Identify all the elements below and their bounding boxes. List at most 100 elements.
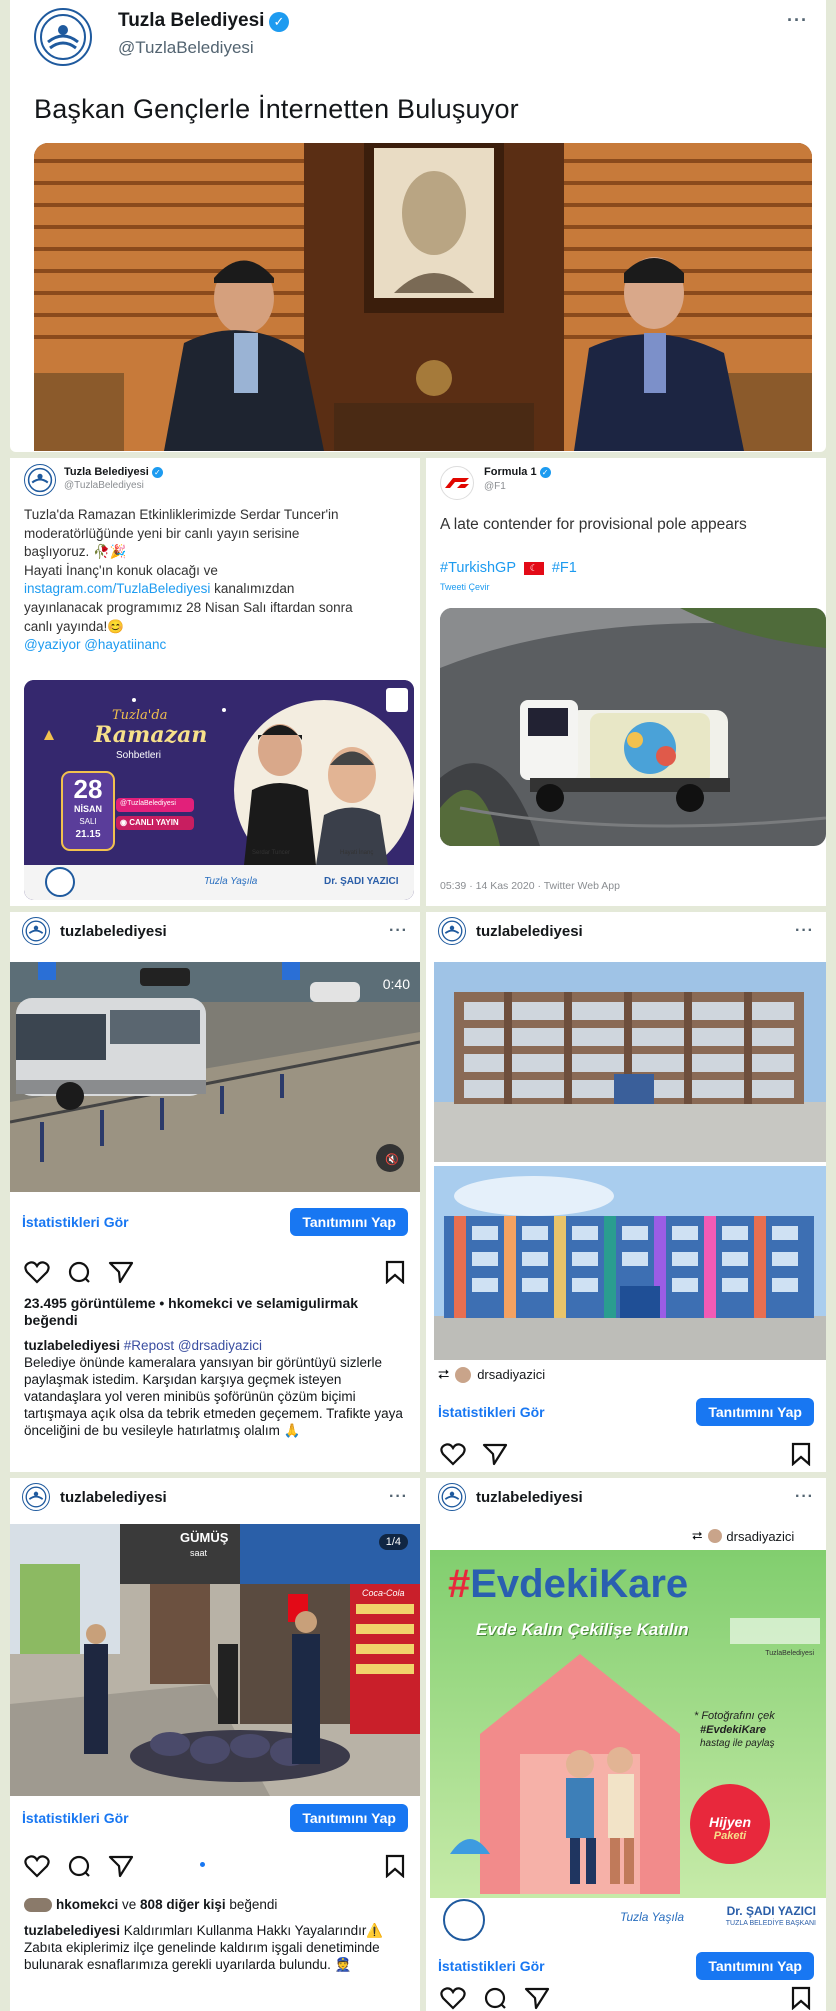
post-caption: tuzlabelediyesi Kaldırımları Kullanma Ha… [10,1922,420,1973]
account-handle[interactable]: @F1 [484,481,506,492]
street-sweeper-photo[interactable] [440,608,826,846]
bookmark-icon[interactable] [384,1854,406,1878]
mentions-link[interactable]: @yaziyor @hayatiinanc [24,636,414,655]
sidewalk-inspection-photo[interactable]: 1/4 GÜMÜŞ saat Coca-Cola [10,1524,420,1796]
comment-icon[interactable] [482,1986,508,2010]
more-options-icon[interactable]: ··· [389,1488,408,1506]
repost-icon: ⮂ [438,1366,450,1382]
svg-text:🔇: 🔇 [385,1153,399,1166]
poster-badge1: Hijyen [708,1814,751,1830]
likes-text: ve [118,1897,141,1912]
office-meeting-photo[interactable] [34,143,812,451]
ig-post-bus: tuzlabelediyesi ··· 🔇 0:40 İstatistikler… [10,912,420,1472]
tweet-line: canlı yayında!😊 [24,618,125,634]
translate-link[interactable]: Tweeti Çevir [440,582,490,592]
repost-avatar[interactable] [708,1529,723,1543]
heart-icon[interactable] [24,1854,50,1878]
share-icon[interactable] [108,1260,134,1284]
view-insights-link[interactable]: İstatistikleri Gör [22,1214,129,1230]
tweet-f1-card: Formula 1 ✓ @F1 A late contender for pro… [426,458,826,906]
school-after-photo[interactable] [434,1166,826,1360]
more-options-icon[interactable]: ··· [795,922,814,940]
likes-count[interactable]: 808 diğer kişi [140,1897,226,1912]
tweet-text: A late contender for provisional pole ap… [440,516,747,533]
poster-weekday: SALI [79,817,97,826]
comment-icon[interactable] [66,1260,92,1284]
account-handle[interactable]: @TuzlaBelediyesi [118,38,254,58]
bookmark-icon[interactable] [790,1442,812,1466]
hashtag-link[interactable]: #TurkishGP [440,560,516,576]
caption-text: Kaldırımları Kullanma Hakkı Yayalarındır… [120,1923,384,1938]
tuzla-logo-avatar[interactable] [22,917,50,945]
heart-icon[interactable] [440,1442,466,1466]
promote-button[interactable]: Tanıtımını Yap [290,1208,408,1236]
poster-info3: hastag ile paylaş [700,1738,775,1749]
tweet-line: başlıyoruz. 🥀🎉 [24,544,127,560]
bookmark-icon[interactable] [384,1260,406,1284]
more-options-icon[interactable]: ··· [389,922,408,940]
tuzla-logo-avatar[interactable] [438,1483,466,1511]
more-options-icon[interactable]: ··· [795,1488,814,1506]
comment-icon[interactable] [66,1854,92,1878]
poster-hash: # [448,1562,471,1606]
caption-tags[interactable]: #Repost @drsadiyazici [120,1338,262,1353]
view-insights-link[interactable]: İstatistikleri Gör [438,1404,545,1420]
tuzla-logo-avatar[interactable] [438,917,466,945]
share-icon[interactable] [524,1986,550,2010]
account-handle[interactable]: @TuzlaBelediyesi [64,480,144,491]
account-name[interactable]: Tuzla Belediyesi [64,466,149,478]
ig-username[interactable]: tuzlabelediyesi [476,923,583,940]
tuzla-logo-avatar[interactable] [24,464,56,496]
views-count[interactable]: 23.495 görüntüleme [24,1295,156,1311]
repost-avatar[interactable] [455,1366,472,1383]
ig-username[interactable]: tuzlabelediyesi [60,923,167,940]
poster-ig-handle: @TuzlaBelediyesi [120,800,176,807]
poster-title-a: Evdeki [470,1562,600,1606]
caption-username[interactable]: tuzlabelediyesi [24,1338,120,1353]
school-before-photo[interactable] [434,962,826,1162]
poster-info1: * Fotoğrafını çek [694,1710,775,1722]
ig-username[interactable]: tuzlabelediyesi [476,1489,583,1506]
bookmark-icon[interactable] [790,1986,812,2010]
repost-username[interactable]: drsadiyazici [726,1529,794,1544]
poster-title-b: Kare [599,1562,689,1606]
heart-icon[interactable] [24,1260,50,1284]
ig-post-sidewalk: tuzlabelediyesi ··· 1/4 GÜMÜŞ saat Coca-… [10,1478,420,2011]
share-icon[interactable] [482,1442,508,1466]
view-insights-link[interactable]: İstatistikleri Gör [438,1958,545,1974]
poster-month: NİSAN [73,804,102,814]
promote-button[interactable]: Tanıtımını Yap [290,1804,408,1832]
caption-username[interactable]: tuzlabelediyesi [24,1923,120,1938]
likers-avatars[interactable] [24,1898,52,1913]
verified-badge-icon: ✓ [539,466,551,478]
instagram-link[interactable]: instagram.com/TuzlaBelediyesi [24,581,210,596]
ramazan-poster-image[interactable]: Tuzla'da Ramazan Sohbetleri 28 NİSAN SAL… [24,680,414,900]
shop-sign: GÜMÜŞ [180,1530,229,1545]
tuzla-logo-avatar[interactable] [34,8,92,66]
hashtag-link[interactable]: #F1 [552,560,577,576]
poster-day: 28 [73,774,103,804]
promote-button[interactable]: Tanıtımını Yap [696,1952,814,1980]
ig-post-school: tuzlabelediyesi ··· ⮂ drsadiyazici İstat… [426,912,826,1472]
repost-username[interactable]: drsadiyazici [477,1367,545,1382]
bus-crossing-video[interactable]: 🔇 0:40 [10,962,420,1192]
ig-username[interactable]: tuzlabelediyesi [60,1489,167,1506]
poster-info2: #EvdekiKare [700,1724,767,1736]
account-name[interactable]: Formula 1 [484,466,537,478]
account-name[interactable]: Tuzla Belediyesi [118,10,264,31]
cola-sign: Coca-Cola [362,1588,405,1598]
tweet-line: moderatörlüğünde yeni bir canlı yayın se… [24,525,300,541]
tweet-timestamp: 05:39 · 14 Kas 2020 · Twitter Web App [440,880,620,892]
promote-button[interactable]: Tanıtımını Yap [696,1398,814,1426]
main-tweet-card: Tuzla Belediyesi ✓ @TuzlaBelediyesi ··· … [10,0,826,452]
heart-icon[interactable] [440,1986,466,2010]
share-icon[interactable] [108,1854,134,1878]
tuzla-logo-avatar[interactable] [22,1483,50,1511]
evdekikare-poster-image[interactable]: ⮂ drsadiyazici #EvdekiKare Evde Kalın Çe… [430,1524,826,1942]
liker-name[interactable]: hkomekci [56,1897,118,1912]
more-options-icon[interactable]: ··· [787,10,808,31]
view-insights-link[interactable]: İstatistikleri Gör [22,1810,129,1826]
tweet-text-span: kanalımızdan [210,581,295,597]
poster-live: ◉ CANLI YAYIN [120,818,179,827]
f1-logo-avatar[interactable] [440,466,474,500]
